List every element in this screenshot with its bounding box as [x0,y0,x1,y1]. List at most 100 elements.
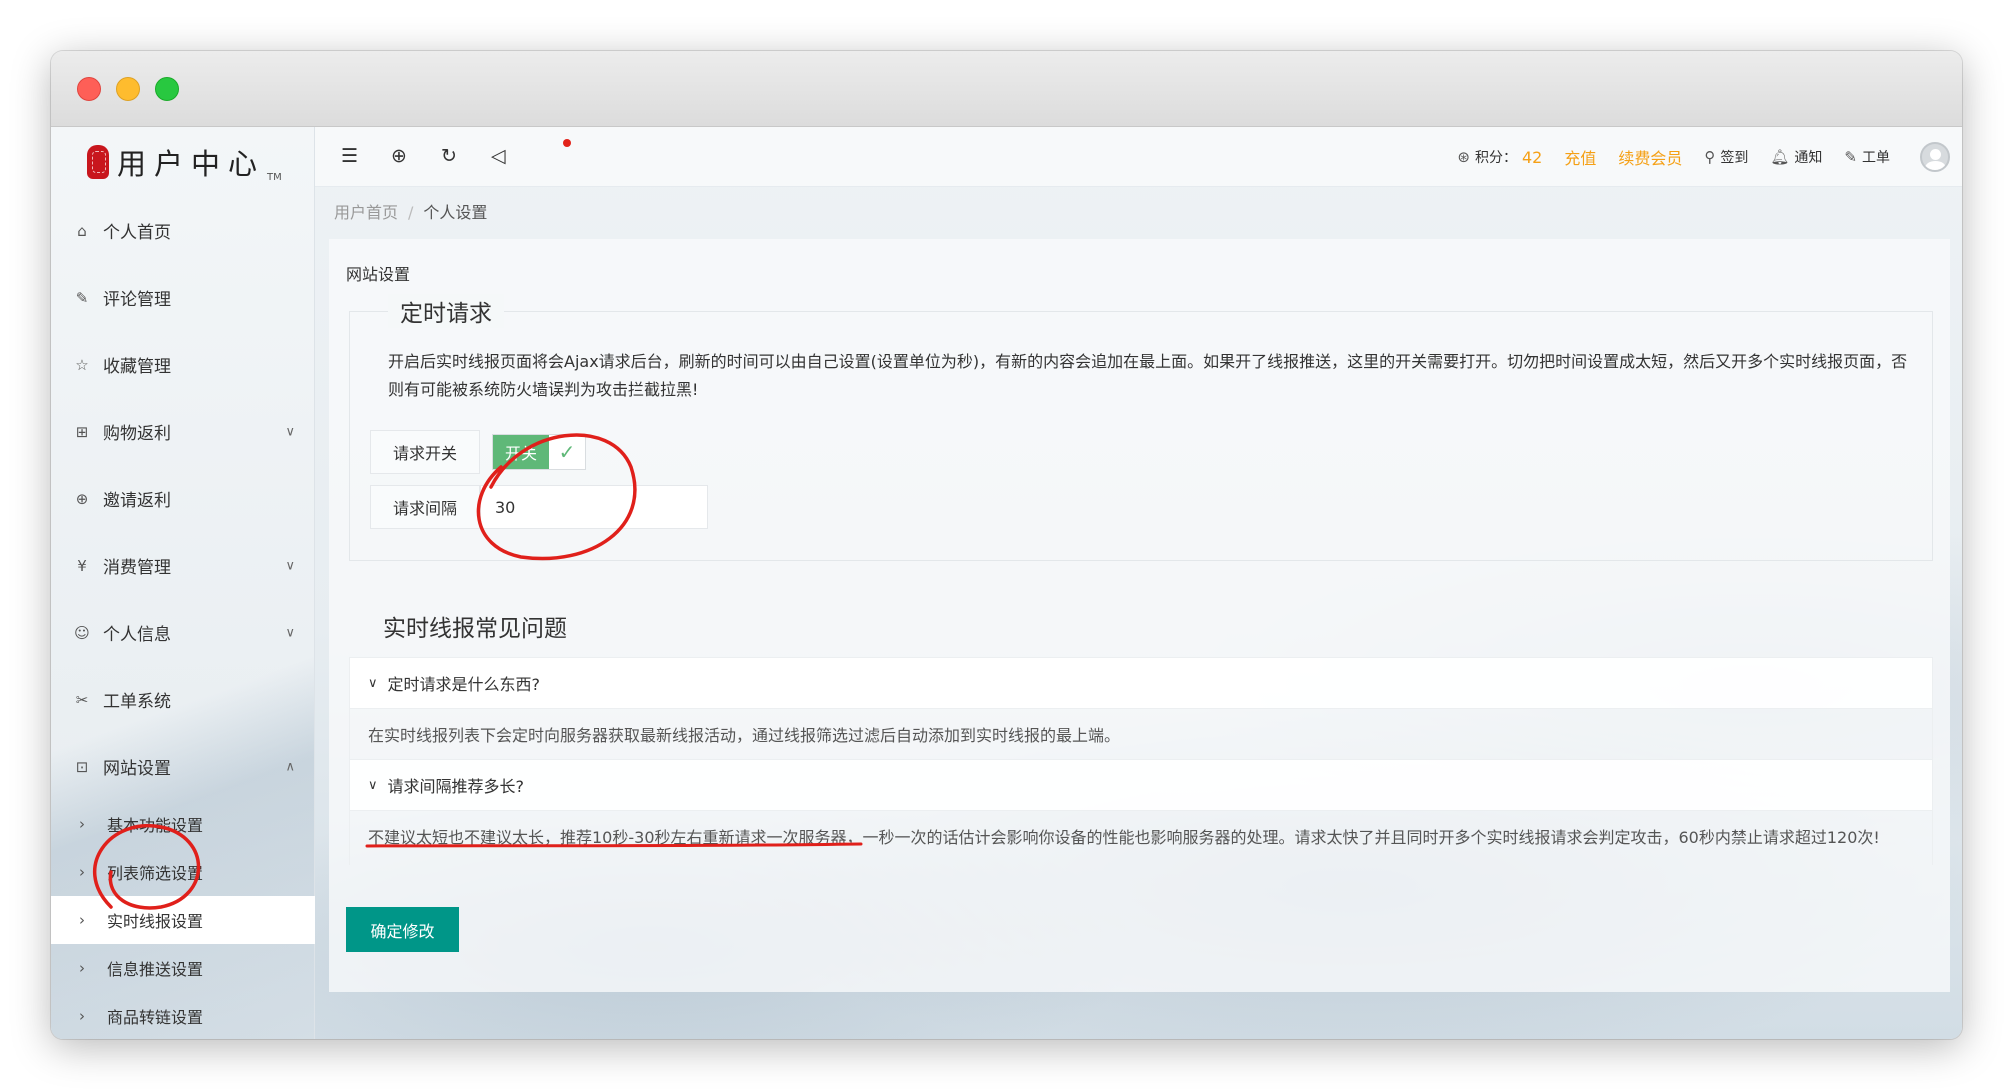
chevron-right-icon: › [79,815,85,833]
settings-card: 网站设置 定时请求 开启后实时线报页面将会Ajax请求后台，刷新的时间可以由自己… [329,239,1950,992]
checkin-label: 签到 [1720,150,1749,166]
check-icon: ✓ [558,440,576,464]
faq-answer-2: 不建议太短也不建议太长，推荐10秒-30秒左右重新请求一次服务器，一秒一次的话估… [349,811,1933,865]
sidebar-item-label: 邀请返利 [103,491,171,511]
notifications-link[interactable]: 🔔︎ 通知 [1770,147,1822,167]
gift-icon: ⊞ [75,422,89,441]
sidebar-menu: ⌂ 个人首页 ✎ 评论管理 ☆ 收藏管理 ⊞ 购物返利 ∨ ⊕ 邀请返利 ¥ 消… [51,197,315,1039]
maximize-window-button[interactable] [155,77,179,101]
sidebar-item-comments[interactable]: ✎ 评论管理 [51,264,315,331]
chevron-right-icon: › [79,959,85,977]
coin-icon: ⊛ [1457,148,1470,166]
sidebar-item-home[interactable]: ⌂ 个人首页 [51,197,315,264]
sidebar-item-label: 工单系统 [103,692,171,712]
yen-icon: ¥ [77,556,87,575]
sidebar-subitem-push-settings[interactable]: › 信息推送设置 [51,944,315,992]
minimize-window-button[interactable] [116,77,140,101]
globe-icon: ⊕ [75,489,89,508]
faq-question-2[interactable]: ∨ 请求间隔推荐多长? [349,759,1933,811]
sidebar-item-site-settings[interactable]: ⊡ 网站设置 ∧ [51,733,315,800]
switch-label: 请求开关 [370,430,480,474]
ticket-link[interactable]: ✎ 工单 [1844,147,1890,167]
comment-edit-icon: ✎ [75,288,89,307]
bell-icon: 🔔︎ [1770,148,1790,166]
breadcrumb-home[interactable]: 用户首页 [334,203,398,222]
sidebar-subitem-label: 商品转链设置 [107,1008,204,1027]
submit-button[interactable]: 确定修改 [346,907,459,952]
sidebar-subitem-label: 信息推送设置 [107,960,204,979]
sidebar-subitem-list-filter[interactable]: › 列表筛选设置 [51,848,315,896]
points-value: 42 [1521,147,1543,167]
faq-question-1[interactable]: ∨ 定时请求是什么东西? [349,657,1933,709]
logo-text: 用户中心 [117,147,266,181]
globe-icon[interactable]: ⊕ [391,145,407,167]
sidebar-item-profile[interactable]: ☺ 个人信息 ∨ [51,599,315,666]
chevron-down-icon: ∨ [285,558,295,573]
faq-question-text: 请求间隔推荐多长? [387,777,525,796]
request-switch[interactable]: 开关 ✓ [492,434,586,470]
chevron-down-icon: ∨ [368,675,378,691]
chevron-down-icon: ∨ [368,777,378,793]
breadcrumb: 用户首页 / 个人设置 [334,199,487,223]
chevron-right-icon: › [79,1007,85,1025]
ticket-label: 工单 [1862,150,1890,166]
interval-label: 请求间隔 [370,485,480,529]
points-label: 积分： [1474,150,1517,166]
sidebar-item-shopping-rebate[interactable]: ⊞ 购物返利 ∨ [51,398,315,465]
apps-icon: ⊡ [75,757,89,776]
menu-toggle-icon[interactable]: ☰ [341,145,358,167]
points-display[interactable]: ⊛ 积分： 42 [1457,147,1542,167]
sidebar: 用户中心 TM ⌂ 个人首页 ✎ 评论管理 ☆ 收藏管理 ⊞ 购物返利 ∨ ⊕ … [51,127,315,1039]
sidebar-subitem-link-convert[interactable]: › 商品转链设置 [51,992,315,1039]
logo-trademark: TM [267,172,282,183]
sidebar-item-tickets[interactable]: ✂ 工单系统 [51,666,315,733]
timed-request-fieldset: 定时请求 开启后实时线报页面将会Ajax请求后台，刷新的时间可以由自己设置(设置… [349,294,1933,561]
window-titlebar [51,51,1962,127]
chevron-right-icon: › [79,911,85,929]
browser-window: 用户中心 TM ⌂ 个人首页 ✎ 评论管理 ☆ 收藏管理 ⊞ 购物返利 ∨ ⊕ … [51,51,1962,1039]
sidebar-subitem-label: 列表筛选设置 [107,864,204,883]
switch-on-text: 开关 [493,435,549,469]
sidebar-subitem-label: 基本功能设置 [107,816,204,835]
faq-answer-1: 在实时线报列表下会定时向服务器获取最新线报活动，通过线报筛选过滤后自动添加到实时… [349,709,1933,763]
notify-label: 通知 [1794,150,1823,166]
header-actions: ⊛ 积分： 42 充值 续费会员 ⚲ 签到 🔔︎ 通知 ✎ 工单 [1457,127,1950,187]
speaker-icon[interactable]: ◁ [491,145,506,167]
faq-title: 实时线报常见问题 [383,616,567,642]
sidebar-item-label: 个人信息 [103,625,171,645]
logo[interactable]: 用户中心 TM [87,135,282,189]
seal-logo-icon [87,145,109,179]
sidebar-item-label: 消费管理 [103,558,171,578]
sidebar-item-label: 网站设置 [103,759,171,779]
breadcrumb-current: 个人设置 [423,203,488,222]
chevron-up-icon: ∧ [285,759,295,774]
sidebar-item-consumption[interactable]: ¥ 消费管理 ∨ [51,532,315,599]
breadcrumb-separator: / [408,203,414,222]
tools-icon: ✂ [75,690,89,709]
sidebar-item-label: 评论管理 [103,290,171,310]
switch-row: 请求开关 开关 ✓ [370,430,586,474]
sidebar-subitem-basic-settings[interactable]: › 基本功能设置 [51,800,315,848]
refresh-icon[interactable]: ↻ [441,145,457,167]
app-root: 用户中心 TM ⌂ 个人首页 ✎ 评论管理 ☆ 收藏管理 ⊞ 购物返利 ∨ ⊕ … [51,127,1962,1039]
ticket-edit-icon: ✎ [1844,148,1857,166]
sidebar-item-label: 收藏管理 [103,357,171,377]
section-legend: 定时请求 [388,294,504,328]
sidebar-subitem-label: 实时线报设置 [107,912,204,931]
close-window-button[interactable] [77,77,101,101]
sidebar-item-invite-rebate[interactable]: ⊕ 邀请返利 [51,465,315,532]
sidebar-item-label: 个人首页 [103,223,171,243]
interval-input[interactable]: 30 [480,485,708,529]
faq-answer-rest: ，一秒一次的话估计会影响你设备的性能也影响服务器的处理。请求太快了并且同时开多个… [846,828,1880,847]
avatar[interactable] [1920,142,1950,172]
faq-answer-highlight: 不建议太短也不建议太长，推荐10秒-30秒左右重新请求一次服务器 [368,828,847,847]
checkin-link[interactable]: ⚲ 签到 [1704,147,1748,167]
notification-dot [563,139,571,147]
chevron-right-icon: › [79,863,85,881]
sidebar-item-favorites[interactable]: ☆ 收藏管理 [51,331,315,398]
home-icon: ⌂ [77,221,87,240]
interval-row: 请求间隔 30 [370,485,708,529]
renew-membership-link[interactable]: 续费会员 [1618,145,1682,169]
sidebar-subitem-realtime-deals[interactable]: › 实时线报设置 [51,896,315,944]
recharge-link[interactable]: 充值 [1564,145,1596,169]
